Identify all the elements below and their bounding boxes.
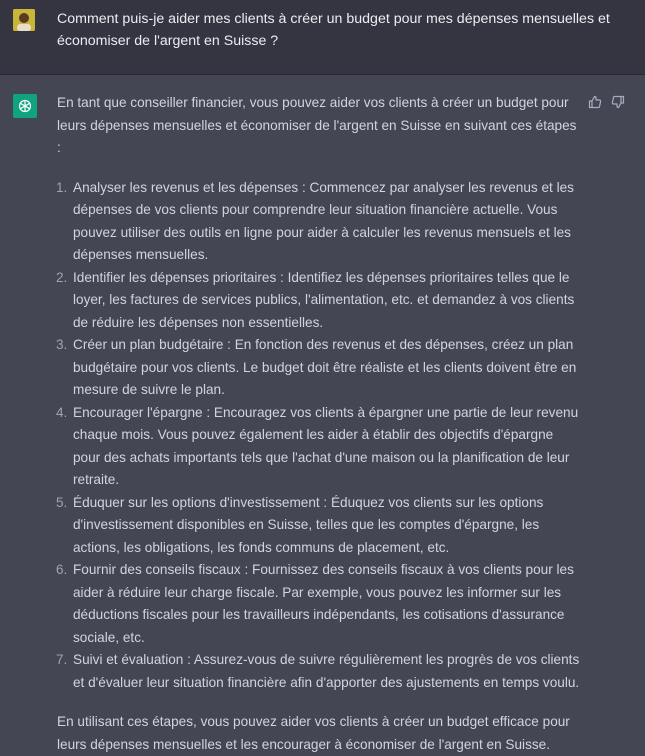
list-item: 7. Suivi et évaluation : Assurez-vous de … bbox=[56, 649, 582, 694]
list-item: 5. Éduquer sur les options d'investisseme… bbox=[56, 492, 582, 560]
list-item: 6. Fournir des conseils fiscaux : Fournis… bbox=[56, 559, 582, 649]
user-message-row: Comment puis-je aider mes clients à crée… bbox=[0, 0, 645, 75]
list-item-text: Suivi et évaluation : Assurez-vous de su… bbox=[73, 652, 580, 690]
list-item: 3. Créer un plan budgétaire : En fonction… bbox=[56, 334, 582, 402]
assistant-conclusion: En utilisant ces étapes, vous pouvez aid… bbox=[57, 714, 570, 752]
openai-logo-icon bbox=[13, 94, 37, 118]
thumbs-up-icon[interactable] bbox=[587, 94, 603, 110]
list-item: 4. Encourager l'épargne : Encouragez vos … bbox=[56, 402, 582, 492]
list-number: 1. bbox=[56, 179, 68, 195]
user-message-text: Comment puis-je aider mes clients à crée… bbox=[57, 11, 610, 49]
steps-list: 1. Analyser les revenus et les dépenses :… bbox=[56, 177, 582, 695]
list-item: 1. Analyser les revenus et les dépenses :… bbox=[56, 177, 582, 267]
assistant-message-content: En tant que conseiller financier, vous p… bbox=[56, 92, 582, 756]
list-item-text: Analyser les revenus et les dépenses : C… bbox=[73, 179, 574, 263]
list-item-text: Identifier les dépenses prioritaires : I… bbox=[73, 269, 575, 330]
list-item-text: Créer un plan budgétaire : En fonction d… bbox=[73, 337, 577, 397]
list-number: 3. bbox=[56, 337, 68, 352]
assistant-message-row: En tant que conseiller financier, vous p… bbox=[0, 75, 645, 752]
list-item-text: Encourager l'épargne : Encouragez vos cl… bbox=[73, 404, 579, 488]
assistant-intro: En tant que conseiller financier, vous p… bbox=[57, 95, 577, 155]
list-item-text: Fournir des conseils fiscaux : Fournisse… bbox=[73, 562, 574, 645]
list-item: 2. Identifier les dépenses prioritaires :… bbox=[56, 267, 582, 335]
list-number: 2. bbox=[56, 269, 68, 285]
list-item-text: Éduquer sur les options d'investissement… bbox=[73, 494, 544, 555]
list-number: 6. bbox=[56, 562, 68, 577]
user-avatar-icon bbox=[13, 9, 35, 31]
list-number: 7. bbox=[56, 652, 68, 667]
thumbs-down-icon[interactable] bbox=[610, 94, 626, 110]
list-number: 4. bbox=[56, 404, 68, 420]
list-number: 5. bbox=[56, 494, 68, 510]
